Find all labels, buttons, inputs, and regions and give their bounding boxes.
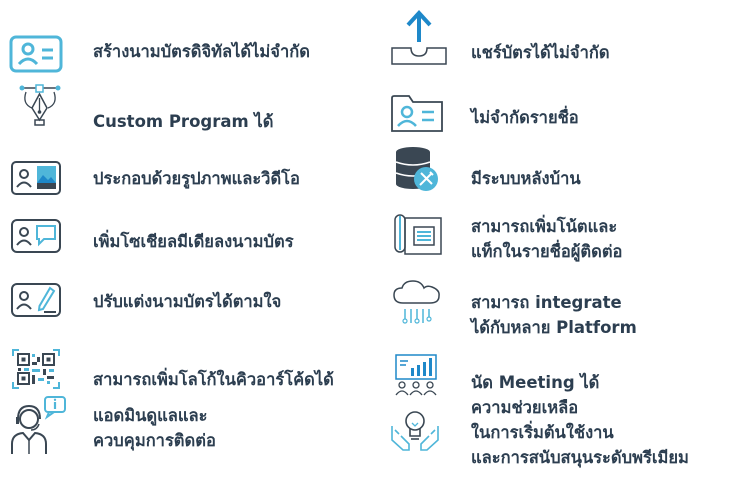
- feature-label: ความช่วยเหลือ ในการเริ่มต้นใช้งาน และการ…: [471, 398, 689, 467]
- lightbulb-hands-icon: [391, 411, 439, 451]
- support-agent-icon: [11, 396, 66, 454]
- contact-card-icon: [9, 35, 63, 73]
- edit-card-icon: [11, 283, 61, 317]
- qr-code-icon: [12, 349, 60, 389]
- pen-tool-icon: [19, 84, 61, 126]
- chat-card-icon: [11, 219, 61, 253]
- feature-label: สามารถเพิ่มโน้ตและ แท็กในรายชื่อผู้ติดต่…: [471, 217, 623, 261]
- cloud-integrate-icon: [393, 280, 440, 324]
- feature-label: เพิ่มโซเชียลมีเดียลงนามบัตร: [93, 232, 294, 251]
- share-upload-icon: [391, 10, 447, 65]
- image-card-icon: [11, 161, 61, 195]
- feature-label: Custom Program ได้: [93, 112, 274, 131]
- feature-label: ปรับแต่งนามบัตรได้ตามใจ: [93, 292, 282, 311]
- database-settings-icon: [395, 147, 438, 191]
- meeting-icon: [395, 354, 437, 396]
- contact-folder-icon: [391, 95, 443, 132]
- feature-label: ประกอบด้วยรูปภาพและวิดีโอ: [93, 169, 300, 188]
- feature-label: สร้างนามบัตรดิจิทัลได้ไม่จำกัด: [93, 42, 310, 61]
- feature-label: นัด Meeting ได้: [471, 373, 600, 392]
- notes-icon: [394, 214, 442, 255]
- feature-label: แอดมินดูแลและ ควบคุมการติดต่อ: [93, 406, 216, 450]
- feature-label: สามารถเพิ่มโลโก้ในคิวอาร์โค้ดได้: [93, 370, 334, 389]
- feature-label: สามารถ integrate ได้กับหลาย Platform: [471, 293, 637, 337]
- feature-label: แชร์บัตรได้ไม่จำกัด: [471, 43, 610, 62]
- feature-label: มีระบบหลังบ้าน: [471, 169, 581, 188]
- feature-label: ไม่จำกัดรายชื่อ: [471, 108, 579, 127]
